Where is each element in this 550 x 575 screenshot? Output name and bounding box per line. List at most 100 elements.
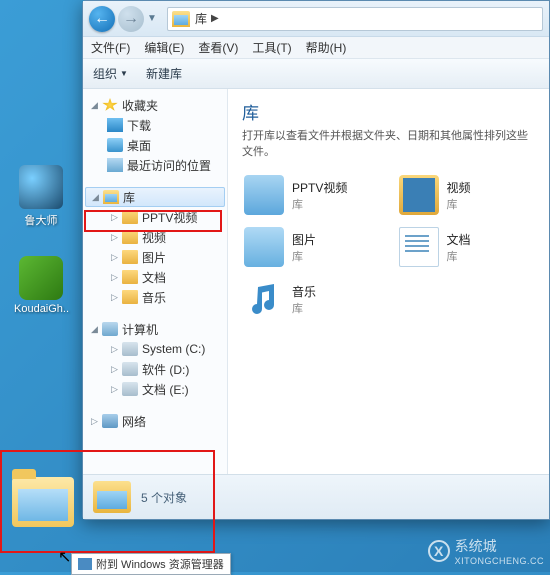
tree-label: 软件 (D:) — [142, 361, 189, 378]
watermark: X 系统城 XITONGCHENG.CC — [428, 536, 544, 566]
cursor-icon: ↖ — [58, 547, 71, 567]
tree-music[interactable]: ▷音乐 — [83, 287, 227, 307]
pictures-icon — [244, 227, 284, 267]
page-title: 库 — [242, 99, 535, 124]
library-item-documents[interactable]: 文档库 — [397, 225, 536, 269]
item-sub: 库 — [447, 248, 471, 264]
tree-pictures[interactable]: ▷ 图片 — [83, 247, 227, 267]
documents-icon — [399, 227, 439, 267]
desktop-icon-label: 鲁大师 — [14, 212, 68, 228]
desktop-icon-label: KoudaiGh.. — [14, 303, 68, 315]
item-name: 图片 — [292, 231, 316, 248]
tree-label: 下载 — [127, 117, 151, 134]
item-sub: 库 — [292, 248, 316, 264]
desktop-icon-koudai[interactable]: KoudaiGh.. — [14, 256, 68, 315]
expander-icon[interactable]: ▷ — [111, 232, 120, 243]
expander-icon[interactable]: ▷ — [111, 212, 120, 223]
folder-icon — [122, 250, 138, 264]
expander-icon[interactable]: ◢ — [92, 192, 101, 203]
pptv-icon — [244, 175, 284, 215]
tree-label: 收藏夹 — [122, 97, 158, 114]
back-button[interactable]: ← — [89, 6, 115, 32]
app-icon — [19, 165, 63, 209]
expander-icon[interactable]: ◢ — [91, 324, 100, 335]
menu-edit[interactable]: 编辑(E) — [144, 39, 184, 56]
drive-icon — [122, 362, 138, 376]
taskbar-drag-preview[interactable] — [4, 454, 82, 550]
menu-file[interactable]: 文件(F) — [91, 39, 130, 56]
new-library-button[interactable]: 新建库 — [146, 65, 182, 82]
menu-view[interactable]: 查看(V) — [198, 39, 238, 56]
item-sub: 库 — [292, 196, 347, 212]
library-item-video[interactable]: 视频库 — [397, 173, 536, 217]
pin-icon — [78, 558, 92, 570]
address-bar[interactable]: 库 ▶ — [167, 7, 543, 31]
expander-icon[interactable]: ▷ — [111, 364, 120, 375]
menu-tools[interactable]: 工具(T) — [252, 39, 291, 56]
tree-recent[interactable]: 最近访问的位置 — [83, 155, 227, 175]
expander-icon[interactable]: ▷ — [111, 252, 120, 263]
item-name: 视频 — [447, 179, 471, 196]
recent-icon — [107, 158, 123, 172]
toolbar: 组织 ▼ 新建库 — [83, 59, 549, 89]
library-item-music[interactable]: 音乐库 — [242, 277, 381, 321]
desktop-icon-ludashi[interactable]: 鲁大师 — [14, 165, 68, 228]
expander-icon[interactable]: ▷ — [91, 416, 100, 427]
tree-drive-c[interactable]: ▷System (C:) — [83, 339, 227, 359]
expander-icon[interactable]: ▷ — [111, 292, 120, 303]
explorer-window: ← → ▼ 库 ▶ 文件(F) 编辑(E) 查看(V) 工具(T) 帮助(H) … — [82, 0, 550, 520]
library-item-pictures[interactable]: 图片库 — [242, 225, 381, 269]
item-name: 音乐 — [292, 283, 316, 300]
folder-icon — [122, 230, 138, 244]
watermark-logo-icon: X — [428, 540, 450, 562]
breadcrumb-arrow-icon: ▶ — [211, 13, 219, 24]
tree-computer[interactable]: ◢ 计算机 — [83, 319, 227, 339]
folder-icon — [122, 210, 138, 224]
tree-desktop[interactable]: 桌面 — [83, 135, 227, 155]
expander-icon[interactable]: ▷ — [111, 384, 120, 395]
organize-button[interactable]: 组织 ▼ — [93, 65, 128, 82]
tree-libraries[interactable]: ◢ 库 — [85, 187, 225, 207]
status-bar: 5 个对象 — [83, 474, 549, 519]
expander-icon[interactable]: ▷ — [111, 344, 120, 355]
arrow-left-icon: ← — [94, 10, 110, 28]
breadcrumb-text: 库 — [195, 10, 207, 27]
tree-downloads[interactable]: 下载 — [83, 115, 227, 135]
chevron-down-icon: ▼ — [120, 69, 128, 78]
tree-drive-e[interactable]: ▷ 文档 (E:) — [83, 379, 227, 399]
item-name: PPTV视频 — [292, 179, 347, 196]
item-name: 文档 — [447, 231, 471, 248]
tree-label: 图片 — [142, 249, 166, 266]
page-subtitle: 打开库以查看文件并根据文件夹、日期和其他属性排列这些文件。 — [242, 127, 535, 159]
libraries-icon — [172, 11, 190, 27]
music-icon — [244, 279, 284, 319]
navigation-tree: ◢ 收藏夹 下载 桌面 最近访问的位置 ◢ 库 ▷PPTV视频 ▷视频 ▷图片 … — [83, 89, 228, 496]
history-dropdown[interactable]: ▼ — [147, 13, 161, 24]
folder-icon — [122, 270, 138, 284]
forward-button[interactable]: → — [118, 6, 144, 32]
tree-label: 最近访问的位置 — [127, 157, 211, 174]
tree-label: 文档 — [142, 269, 166, 286]
tree-network[interactable]: ▷ 网络 — [83, 411, 227, 431]
tree-label: 库 — [123, 189, 135, 206]
tree-label: 计算机 — [122, 321, 158, 338]
library-item-pptv[interactable]: PPTV视频库 — [242, 173, 381, 217]
tree-video[interactable]: ▷视频 — [83, 227, 227, 247]
expander-icon[interactable]: ◢ — [91, 100, 100, 111]
tree-pptv[interactable]: ▷PPTV视频 — [83, 207, 227, 227]
menu-help[interactable]: 帮助(H) — [306, 39, 347, 56]
tree-label: 文档 (E:) — [142, 381, 189, 398]
nav-bar: ← → ▼ 库 ▶ — [83, 1, 549, 37]
expander-icon[interactable]: ▷ — [111, 272, 120, 283]
organize-label: 组织 — [93, 65, 117, 82]
tree-favorites[interactable]: ◢ 收藏夹 — [83, 95, 227, 115]
watermark-brand: 系统城 — [455, 538, 497, 554]
menu-bar: 文件(F) 编辑(E) 查看(V) 工具(T) 帮助(H) — [83, 37, 549, 59]
tree-drive-d[interactable]: ▷ 软件 (D:) — [83, 359, 227, 379]
libraries-icon — [93, 481, 131, 513]
tree-documents[interactable]: ▷ 文档 — [83, 267, 227, 287]
drive-icon — [122, 342, 138, 356]
tree-label: 网络 — [122, 413, 146, 430]
new-library-label: 新建库 — [146, 65, 182, 82]
network-icon — [102, 414, 118, 428]
